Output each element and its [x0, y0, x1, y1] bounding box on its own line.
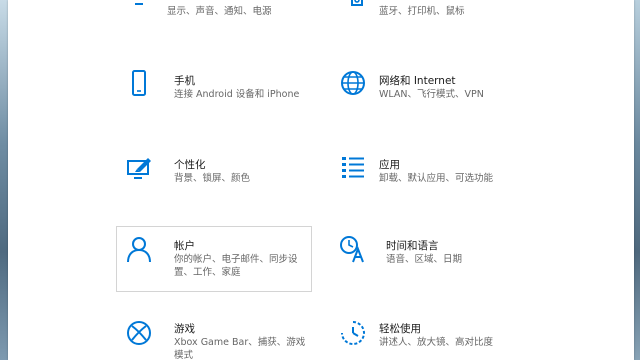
settings-tile-gaming[interactable]: 游戏 Xbox Game Bar、捕获、游戏 模式	[116, 312, 312, 360]
time-language-icon	[339, 235, 367, 263]
settings-window: 显示、声音、通知、电源 蓝牙、打印机、鼠标 手机 连接 Android 设备和 …	[8, 0, 634, 360]
tile-title: 个性化	[174, 159, 206, 171]
tile-title: 时间和语言	[386, 240, 439, 252]
tile-description: 显示、声音、通知、电源	[167, 6, 272, 17]
settings-tile-ease-of-access[interactable]: 轻松使用 讲述人、放大镜、高对比度	[328, 312, 524, 360]
ease-of-access-icon	[339, 319, 367, 347]
devices-icon	[339, 0, 367, 9]
tile-title: 手机	[174, 75, 195, 87]
settings-tile-system[interactable]: 显示、声音、通知、电源	[116, 0, 312, 22]
personalization-icon	[125, 153, 153, 181]
tile-description: 蓝牙、打印机、鼠标	[379, 6, 465, 17]
settings-tile-accounts[interactable]: 帐户 你的帐户、电子邮件、同步设 置、工作、家庭	[116, 226, 312, 292]
tile-title: 应用	[379, 159, 400, 171]
settings-tile-personalization[interactable]: 个性化 背景、锁屏、颜色	[116, 146, 312, 198]
settings-tile-apps[interactable]: 应用 卸载、默认应用、可选功能	[328, 146, 524, 198]
tile-description-line-2: 置、工作、家庭	[174, 267, 241, 278]
tile-title: 游戏	[174, 323, 195, 335]
tile-description-line-1: 你的帐户、电子邮件、同步设	[174, 254, 298, 265]
phone-icon	[125, 69, 153, 97]
tile-title: 帐户	[174, 240, 195, 252]
tile-title: 轻松使用	[379, 323, 421, 335]
tile-description: WLAN、飞行模式、VPN	[379, 89, 484, 100]
desktop-background-right	[634, 0, 640, 360]
tile-description: 背景、锁屏、颜色	[174, 173, 251, 184]
settings-tile-phone[interactable]: 手机 连接 Android 设备和 iPhone	[116, 62, 312, 114]
tile-description: 讲述人、放大镜、高对比度	[379, 337, 494, 348]
tile-description-line-2: 模式	[174, 350, 194, 360]
tile-title: 网络和 Internet	[379, 75, 456, 87]
settings-tile-time-language[interactable]: 时间和语言 语音、区域、日期	[328, 226, 524, 278]
apps-list-icon	[339, 153, 367, 181]
display-icon	[125, 0, 153, 9]
settings-tile-devices[interactable]: 蓝牙、打印机、鼠标	[328, 0, 524, 22]
desktop-background-left	[0, 0, 8, 360]
xbox-icon	[125, 319, 153, 347]
tile-description: 连接 Android 设备和 iPhone	[174, 89, 300, 100]
person-icon	[125, 235, 153, 263]
tile-description: 语音、区域、日期	[386, 254, 463, 265]
tile-description: 卸载、默认应用、可选功能	[379, 173, 494, 184]
tile-description-line-1: Xbox Game Bar、捕获、游戏	[174, 337, 306, 348]
globe-icon	[339, 69, 367, 97]
settings-tile-network[interactable]: 网络和 Internet WLAN、飞行模式、VPN	[328, 62, 524, 114]
